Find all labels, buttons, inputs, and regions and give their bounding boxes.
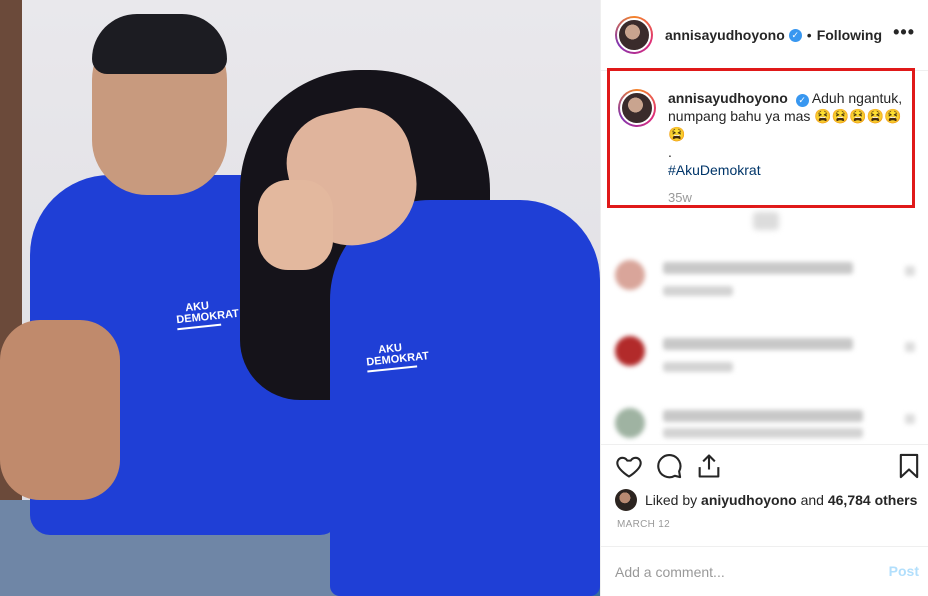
heart-icon[interactable] (615, 452, 643, 480)
more-options-icon[interactable]: ••• (893, 22, 915, 43)
post-photo[interactable]: AKU DEMOKRAT AKU DEMOKRAT (0, 0, 600, 596)
comment-input[interactable] (615, 561, 865, 583)
shirt-logo: AKU DEMOKRAT (175, 300, 239, 331)
caption-highlight-box: annisayudhoyono ✓ Aduh ngantuk, numpang … (607, 68, 915, 208)
list-item (615, 332, 915, 392)
shirt-logo: AKU DEMOKRAT (365, 341, 429, 373)
comment-icon[interactable] (655, 452, 683, 480)
avatar[interactable] (615, 16, 653, 54)
caption-timestamp[interactable]: 35w (668, 189, 908, 207)
post-comment-button[interactable]: Post (889, 563, 919, 579)
load-more-comments[interactable] (753, 212, 779, 230)
liker-username[interactable]: aniyudhoyono (701, 492, 797, 508)
post-header: annisayudhoyono ✓ • Following ••• (601, 0, 928, 70)
post-actions (601, 444, 928, 488)
verified-badge-icon: ✓ (788, 28, 802, 42)
likes-prefix: Liked by (645, 492, 698, 508)
photo-man-arm (0, 320, 120, 500)
photo-hand (258, 180, 333, 270)
post-caption: annisayudhoyono ✓ Aduh ngantuk, numpang … (618, 89, 908, 207)
bookmark-icon[interactable] (895, 452, 923, 480)
list-item (615, 256, 915, 316)
post-side-panel: annisayudhoyono ✓ • Following ••• annisa… (600, 0, 928, 596)
post-date[interactable]: MARCH 12 (617, 519, 670, 530)
likes-summary: Liked by aniyudhoyono and 46,784 others (615, 488, 917, 512)
photo-man-hair (92, 14, 227, 74)
verified-badge-icon: ✓ (795, 94, 809, 107)
header-username[interactable]: annisayudhoyono (665, 27, 785, 43)
caption-username[interactable]: annisayudhoyono (668, 90, 788, 106)
avatar[interactable] (618, 89, 656, 127)
following-button[interactable]: Following (817, 27, 882, 43)
caption-dot: . (668, 144, 672, 160)
photo-woman-shirt (330, 200, 600, 596)
caption-text: annisayudhoyono ✓ Aduh ngantuk, numpang … (668, 89, 908, 207)
hashtag-link[interactable]: #AkuDemokrat (668, 161, 908, 179)
likes-and: and (800, 492, 824, 508)
share-icon[interactable] (695, 452, 723, 480)
header-separator: • (806, 27, 812, 43)
add-comment-bar: Post (601, 546, 928, 596)
avatar[interactable] (615, 489, 637, 511)
likes-count[interactable]: 46,784 others (828, 492, 918, 508)
